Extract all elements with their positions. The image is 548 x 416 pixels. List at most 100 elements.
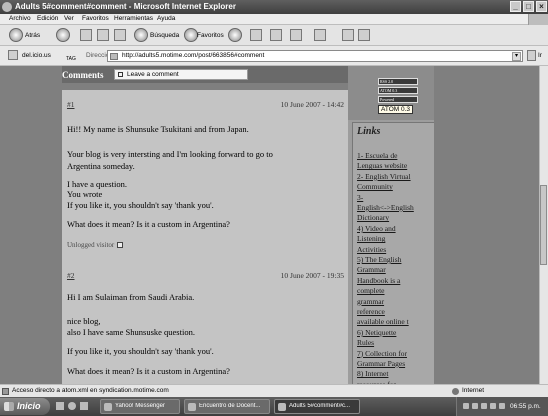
discuss-icon[interactable] (314, 29, 326, 41)
messenger-icon[interactable] (342, 29, 354, 41)
stop-icon[interactable] (80, 29, 92, 41)
sidebar-link[interactable]: reference (357, 307, 385, 316)
comment-text-line: What does it mean? Is it a custom in Arg… (67, 219, 230, 229)
tray-icon[interactable] (463, 403, 469, 409)
powered-button[interactable]: Powered (378, 96, 418, 103)
history-icon[interactable] (228, 28, 242, 42)
page-viewport[interactable]: Comments Leave a comment #1 10 June 2007… (0, 66, 539, 384)
visitor-name: Unlogged visitor (67, 241, 115, 249)
taskbar-item-label: Yahoo! Messenger (115, 403, 165, 409)
sidebar-link[interactable]: 3- (357, 193, 363, 202)
atom-feed-button[interactable]: ATOM 0.3 (378, 87, 418, 94)
sidebar-link[interactable]: complete (357, 286, 385, 295)
ie-window-icon (188, 403, 196, 411)
sidebar: RSS 2.0 ATOM 0.3 Powered ATOM 0.3 Links … (348, 66, 434, 384)
taskbar: Inicio Yahoo! Messenger Encuentro de Doc… (0, 397, 548, 416)
menu-archivo[interactable]: Archivo (9, 15, 31, 22)
go-button-label[interactable]: Ir (538, 52, 542, 59)
close-button[interactable]: × (536, 1, 547, 12)
edit-icon[interactable] (290, 29, 302, 41)
visitor-icon[interactable] (117, 242, 124, 249)
mail-icon[interactable] (250, 29, 262, 41)
volume-icon[interactable] (499, 403, 505, 409)
comment-text-line: Hi I am Sulaiman from Saudi Arabia. (67, 292, 195, 302)
sidebar-link[interactable]: Listening (357, 234, 385, 243)
sidebar-link[interactable]: available online t (357, 317, 409, 326)
sidebar-link[interactable]: 4) Video and (357, 224, 396, 233)
taskbar-item-encuentro[interactable]: Encuentro de Docent... (184, 399, 270, 414)
favorites-star-icon[interactable] (184, 28, 198, 42)
title-bar[interactable]: Adults 5#comment#comment - Microsoft Int… (0, 0, 548, 14)
rss-feed-button[interactable]: RSS 2.0 (378, 78, 418, 85)
yahoo-messenger-icon (104, 403, 112, 411)
address-url[interactable]: http://adults5.motime.com/post/663856#co… (122, 52, 264, 59)
refresh-icon[interactable] (97, 29, 109, 41)
back-button-label[interactable]: Atrás (25, 32, 40, 39)
tray-icon[interactable] (472, 403, 478, 409)
zone-label: Internet (462, 387, 485, 394)
comment-number-link[interactable]: #2 (67, 271, 75, 280)
sidebar-link[interactable]: Activities (357, 245, 386, 254)
quicklaunch-media-icon[interactable] (80, 402, 88, 410)
print-icon[interactable] (270, 29, 282, 41)
comment-date: 10 June 2007 - 19:35 (280, 271, 344, 280)
delicious-label[interactable]: del.icio.us (22, 52, 51, 59)
sidebar-link[interactable]: Handbook is a (357, 276, 400, 285)
window-title: Adults 5#comment#comment - Microsoft Int… (15, 2, 236, 11)
sidebar-link[interactable]: 2- English Virtual (357, 172, 411, 181)
leave-comment-button[interactable]: Leave a comment (114, 69, 248, 80)
favorites-button-label[interactable]: Favoritos (197, 32, 224, 39)
status-text: Acceso directo a atom.xml en syndication… (12, 387, 169, 394)
menu-ayuda[interactable]: Ayuda (157, 15, 175, 22)
taskbar-item-adults5[interactable]: Adults 5#comment#c... (274, 399, 360, 414)
quicklaunch-desktop-icon[interactable] (56, 402, 64, 410)
comment-icon (118, 72, 123, 77)
taskbar-item-label: Encuentro de Docent... (199, 403, 261, 409)
home-icon[interactable] (114, 29, 126, 41)
sidebar-link[interactable]: 6) Netiquette (357, 328, 396, 337)
tooltip: ATOM 0.3 (378, 105, 414, 114)
delicious-icon[interactable] (8, 50, 18, 60)
scrollbar-thumb[interactable] (540, 185, 547, 265)
sidebar-link[interactable]: Dictionary (357, 213, 389, 222)
sidebar-link[interactable]: 8) Internet (357, 369, 388, 378)
start-button[interactable]: Inicio (0, 398, 50, 415)
sidebar-link[interactable]: 7) Collection for (357, 349, 407, 358)
menu-ver[interactable]: Ver (64, 15, 74, 22)
comment-text-line: Argentina someday. (67, 161, 135, 171)
search-icon[interactable] (134, 28, 148, 42)
sidebar-link[interactable]: Community (357, 182, 393, 191)
sidebar-link[interactable]: 1- Escuela de (357, 151, 397, 160)
sidebar-link[interactable]: Grammar (357, 265, 386, 274)
internet-zone-icon (452, 388, 459, 395)
quicklaunch-ie-icon[interactable] (68, 402, 76, 410)
tag-label[interactable]: TAG (66, 56, 76, 62)
windows-logo-icon (528, 14, 548, 25)
minimize-button[interactable]: _ (510, 1, 521, 12)
comments-title: Comments (62, 70, 104, 80)
address-dropdown-icon[interactable]: ▾ (512, 52, 521, 61)
links-title: Links (357, 126, 381, 137)
sidebar-link[interactable]: 5) The English (357, 255, 401, 264)
back-arrow-icon[interactable] (9, 28, 23, 42)
menu-herramientas[interactable]: Herramientas (114, 15, 153, 22)
sidebar-link[interactable]: Grammar Pages (357, 359, 405, 368)
address-input[interactable]: http://adults5.motime.com/post/663856#co… (107, 50, 523, 62)
go-arrow-icon[interactable] (527, 50, 536, 61)
maximize-button[interactable]: □ (523, 1, 534, 12)
menu-favoritos[interactable]: Favoritos (82, 15, 109, 22)
tray-icon[interactable] (490, 403, 496, 409)
sidebar-link[interactable]: English<->English (357, 203, 414, 212)
sidebar-link[interactable]: Lenguas website (357, 161, 407, 170)
sidebar-link[interactable]: grammar (357, 297, 384, 306)
tray-icon[interactable] (481, 403, 487, 409)
comment-number-link[interactable]: #1 (67, 100, 75, 109)
taskbar-item-yahoo-messenger[interactable]: Yahoo! Messenger (100, 399, 180, 414)
research-icon[interactable] (358, 29, 370, 41)
ie-window-icon (278, 403, 286, 411)
sidebar-link[interactable]: Rules (357, 338, 374, 347)
menu-edicion[interactable]: Edición (37, 15, 58, 22)
menu-bar: Archivo Edición Ver Favoritos Herramient… (0, 14, 548, 25)
search-button-label[interactable]: Búsqueda (150, 32, 179, 39)
forward-arrow-icon[interactable] (56, 28, 70, 42)
